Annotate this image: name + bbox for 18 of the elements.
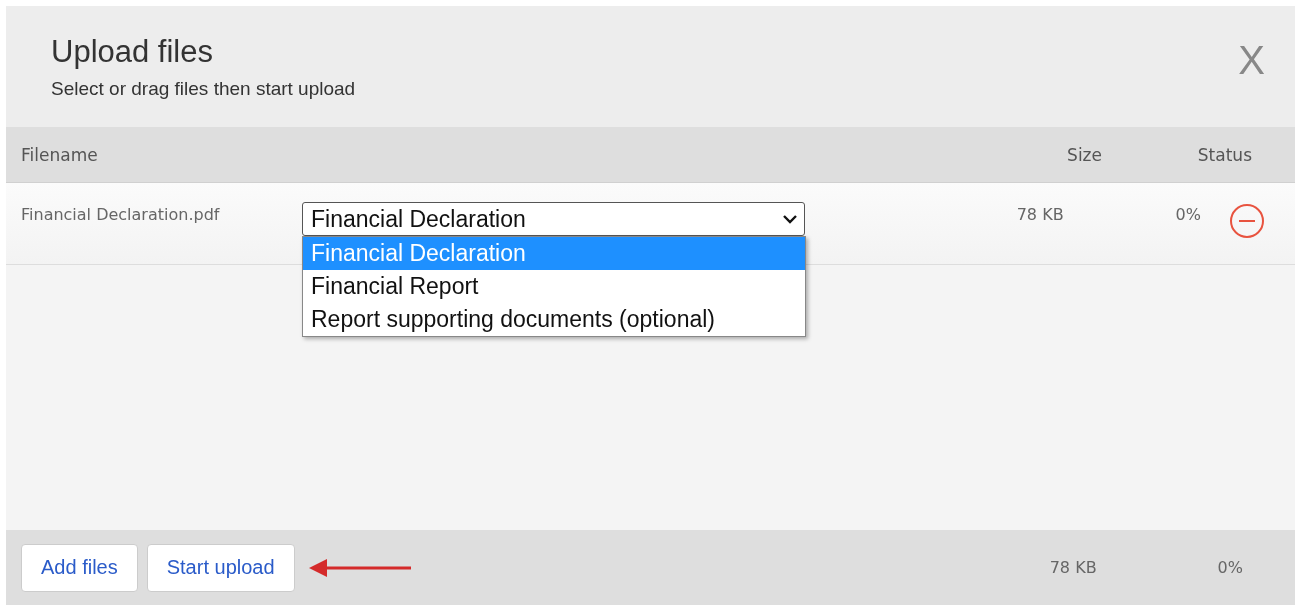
dialog-title: Upload files — [51, 34, 214, 70]
file-size: 78 KB — [1016, 204, 1064, 224]
chevron-down-icon — [782, 214, 798, 224]
remove-icon[interactable] — [1229, 203, 1265, 239]
column-header: Size — [1066, 144, 1102, 165]
upload-status: 0% — [1175, 204, 1201, 224]
dropdown-option[interactable]: Financial Declaration — [303, 237, 805, 270]
total-size: 78 KB — [1049, 558, 1097, 577]
total-status: 0% — [1217, 558, 1243, 577]
dialog-subtitle: Select or drag files then start upload — [51, 78, 356, 100]
file-name: Financial Declaration.pdf — [21, 204, 221, 224]
column-header: Status — [1196, 144, 1252, 165]
footer-button[interactable]: Start upload — [146, 543, 295, 592]
footer-button[interactable]: Add files — [21, 543, 138, 592]
dropdown-option[interactable]: Financial Report — [303, 270, 805, 303]
column-header: Filename — [21, 144, 99, 165]
dropdown-option[interactable]: Report supporting documents (optional) — [303, 303, 805, 336]
type-dropdown[interactable]: Financial Declaration — [302, 202, 805, 236]
